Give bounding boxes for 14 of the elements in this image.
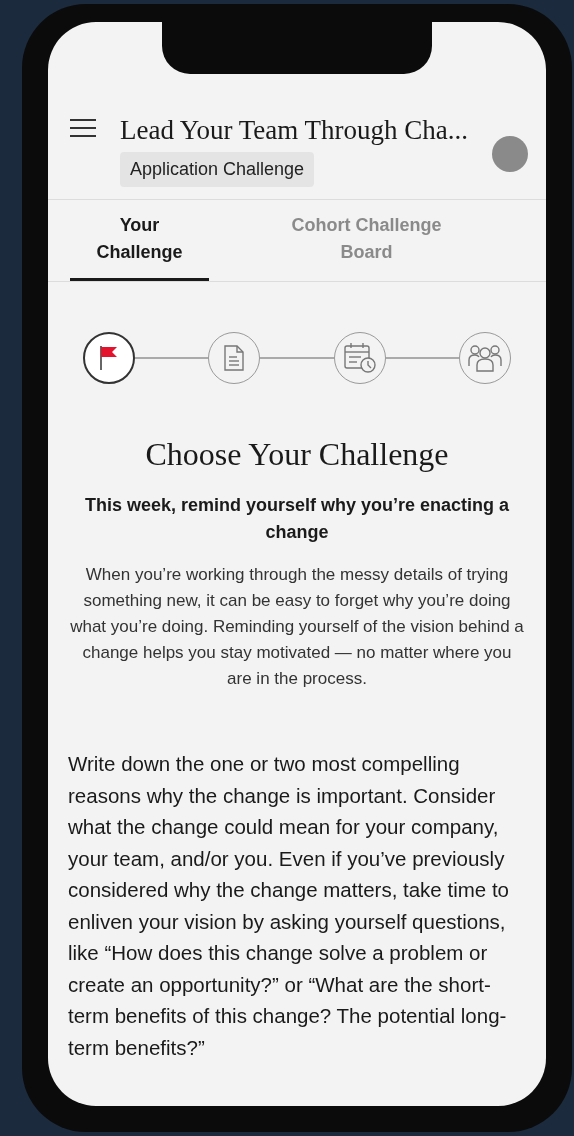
- prompt-paragraph: Write down the one or two most compelling reasons why the change is important. Consider what the change could mean for your company, your team, and/or you. Even if you’ve previously considered why the change matters, take time to enliven your vision by asking yourself questions, like “How does this change solve a problem or create an opportunity?” or “What are the short-term benefits of this change? The potential long-term benefits?”: [67, 751, 510, 1061]
- tab[interactable]: Your Challenge: [70, 212, 210, 281]
- intro-paragraph: When you’re working through the messy details of trying something new, it can be easy to forget why you’re doing what you’re doing. Reminding yourself of the vision behind a change helps you stay motivated — no matter where you are in the process.: [69, 564, 525, 690]
- section-heading: Choose Your Challenge: [145, 435, 449, 474]
- people-group-icon: [468, 344, 502, 372]
- course-title: Lead Your Team Through Cha...: [120, 114, 469, 147]
- menu-icon[interactable]: [70, 118, 96, 138]
- flag-icon: [99, 345, 119, 371]
- step-indicator[interactable]: [83, 332, 135, 384]
- challenge-badge: Application Challenge: [120, 152, 315, 187]
- calendar-clock-icon: [342, 342, 377, 374]
- avatar[interactable]: [492, 136, 528, 172]
- document-icon: [223, 345, 246, 371]
- section-subheading: This week, remind yourself why you’re enacting a change: [83, 494, 511, 544]
